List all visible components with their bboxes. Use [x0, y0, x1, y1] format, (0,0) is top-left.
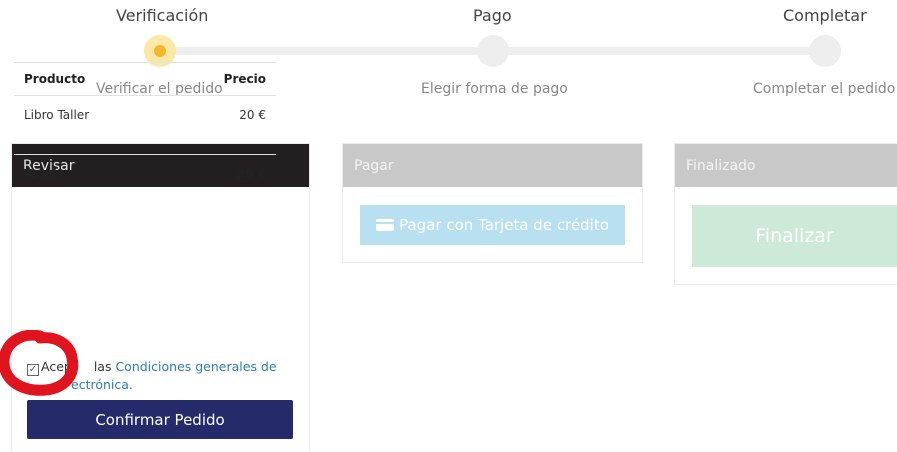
pay-credit-card-button[interactable]: Pagar con Tarjeta de crédito: [360, 205, 625, 245]
step-dot-completar: [809, 35, 841, 67]
step-subtitle-pago: Elegir forma de pago: [421, 81, 568, 97]
total-label: Total:: [24, 166, 62, 181]
payment-panel: Pagar: [342, 143, 643, 263]
step-title-completar: Completar: [783, 6, 867, 25]
item-price: 20 €: [239, 108, 266, 122]
total-row: Total: 20 €: [14, 154, 276, 192]
order-table: Producto Precio Libro Taller 20 € Total:…: [14, 62, 276, 192]
terms-text-middle: las: [93, 359, 116, 374]
terms-link[interactable]: Condiciones generales de: [115, 359, 276, 374]
payment-panel-header: Pagar: [343, 144, 642, 187]
total-value: 20 €: [236, 166, 266, 181]
table-header-row: Producto Precio: [14, 62, 276, 96]
step-title-verificacion: Verificación: [116, 6, 209, 25]
pay-button-label: Pagar con Tarjeta de crédito: [399, 216, 609, 234]
finish-button[interactable]: Finalizar: [692, 205, 897, 267]
annotation-circle: [0, 330, 79, 396]
table-row: Libro Taller 20 €: [14, 96, 276, 134]
finish-panel-header: Finalizado: [675, 144, 897, 187]
step-subtitle-completar: Completar el pedido: [753, 81, 896, 97]
column-header-product: Producto: [24, 72, 86, 86]
step-title-pago: Pago: [473, 6, 512, 25]
step-dot-pago: [477, 35, 509, 67]
item-product: Libro Taller: [24, 108, 90, 122]
terms-link-continued[interactable]: ectrónica.: [71, 377, 133, 392]
column-header-price: Precio: [223, 72, 266, 86]
confirm-order-button[interactable]: Confirmar Pedido: [27, 400, 293, 439]
credit-card-icon: [376, 219, 395, 231]
